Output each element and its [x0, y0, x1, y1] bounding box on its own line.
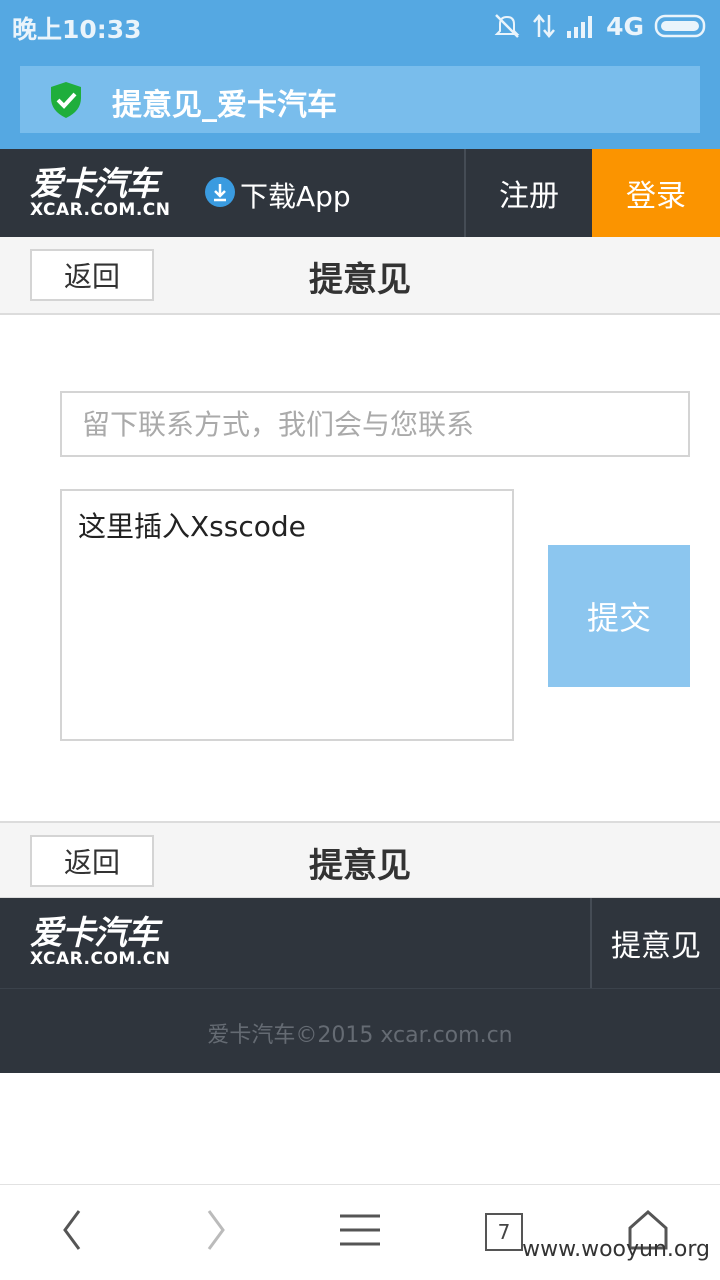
hamburger-menu-icon — [336, 1210, 384, 1254]
data-transfer-icon — [532, 11, 556, 41]
footer-logo-text-en: XCAR.COM.CN — [30, 949, 171, 969]
url-bar[interactable]: 提意见_爱卡汽车 — [20, 66, 700, 133]
logo-text-cn: 爱卡汽车 — [30, 164, 159, 203]
security-shield-icon — [48, 80, 84, 124]
page-title-bar: 返回 提意见 — [0, 237, 720, 315]
chevron-right-icon — [201, 1207, 231, 1257]
bottom-page-title: 提意见 — [309, 846, 411, 886]
bottom-title-bar: 返回 提意见 — [0, 821, 720, 899]
signal-icon — [566, 13, 596, 39]
login-button[interactable]: 登录 — [592, 149, 720, 237]
mute-icon — [492, 11, 522, 41]
logo-text-en: XCAR.COM.CN — [30, 200, 171, 220]
download-app-link[interactable]: 下载App — [204, 175, 351, 215]
page-title: 提意见 — [309, 260, 411, 300]
footer-logo[interactable]: 爱卡汽车 XCAR.COM.CN — [30, 913, 171, 969]
footer-copyright: 爱卡汽车©2015 xcar.com.cn — [0, 988, 720, 1073]
tabs-count: 7 — [485, 1213, 523, 1251]
register-button[interactable]: 注册 — [464, 149, 592, 237]
back-nav-button[interactable] — [42, 1207, 102, 1257]
menu-button[interactable] — [330, 1207, 390, 1257]
download-app-label: 下载App — [240, 180, 351, 213]
xcar-logo[interactable]: 爱卡汽车 XCAR.COM.CN — [30, 164, 171, 220]
network-type: 4G — [606, 11, 644, 41]
browser-toolbar: 7 — [0, 1184, 720, 1280]
footer-logo-text-cn: 爱卡汽车 — [30, 913, 159, 952]
chevron-left-icon — [57, 1207, 87, 1257]
feedback-textarea[interactable] — [60, 489, 514, 741]
site-header: 爱卡汽车 XCAR.COM.CN 下载App 注册 登录 — [0, 149, 720, 237]
watermark-text: www.wooyun.org — [522, 1237, 710, 1262]
status-time: 晚上10:33 — [12, 15, 142, 44]
status-bar: 晚上10:33 4G — [0, 0, 720, 50]
download-icon — [204, 176, 236, 215]
footer-nav: 爱卡汽车 XCAR.COM.CN 提意见 — [0, 898, 720, 988]
forward-nav-button[interactable] — [186, 1207, 246, 1257]
page-url-title: 提意见_爱卡汽车 — [112, 88, 337, 123]
battery-icon — [654, 13, 708, 39]
copyright-text: 爱卡汽车©2015 xcar.com.cn — [207, 1023, 513, 1048]
footer-feedback-link[interactable]: 提意见 — [590, 898, 720, 988]
browser-url-area: 提意见_爱卡汽车 — [0, 50, 720, 149]
status-icons: 4G — [492, 10, 708, 42]
contact-input[interactable] — [60, 391, 690, 457]
submit-button[interactable]: 提交 — [548, 545, 690, 687]
